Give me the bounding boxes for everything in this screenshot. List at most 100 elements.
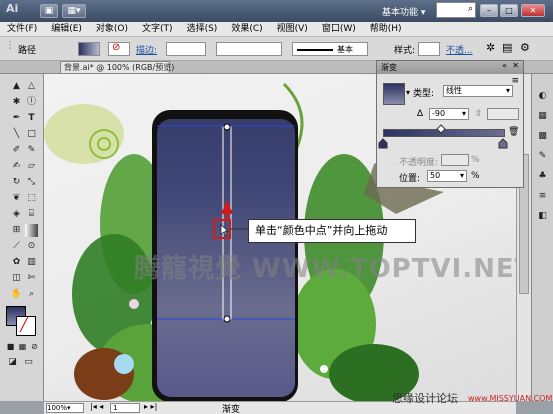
- pen-tool-icon[interactable]: ✒: [10, 112, 23, 125]
- stroke-link[interactable]: 描边:: [136, 43, 157, 56]
- hand-tool-icon[interactable]: ✋: [10, 288, 23, 301]
- rotate-tool-icon[interactable]: ↻: [10, 176, 23, 189]
- maximize-button[interactable]: □: [500, 4, 518, 17]
- draw-mode-icon[interactable]: ◪: [6, 356, 19, 369]
- menu-select[interactable]: 选择(S): [180, 22, 225, 36]
- search-field[interactable]: ⌕: [436, 2, 476, 18]
- lasso-tool-icon[interactable]: ⓛ: [25, 96, 38, 109]
- next-page-icon[interactable]: ▸ ▸|: [144, 402, 157, 411]
- document-tab-title: 背景.ai* @ 100% (RGB/预览): [64, 63, 175, 72]
- close-button[interactable]: ✕: [521, 4, 545, 17]
- arrange-documents-button[interactable]: ▦▾: [62, 4, 86, 18]
- watermark-text: 腾龍視覺 WWW.TOPTVI.NET: [134, 254, 516, 284]
- location-value: 50: [430, 171, 441, 180]
- symbol-sprayer-tool-icon[interactable]: ✿: [10, 256, 23, 269]
- gradient-stop-start[interactable]: [378, 138, 388, 149]
- blend-tool-icon[interactable]: ⊙: [25, 240, 38, 253]
- gradient-tool-icon[interactable]: [25, 224, 38, 237]
- angle-field[interactable]: -90 ▾: [429, 108, 469, 120]
- free-transform-tool-icon[interactable]: ⬚: [25, 192, 38, 205]
- opacity-link[interactable]: 不透...: [446, 43, 473, 56]
- column-graph-tool-icon[interactable]: ▥: [25, 256, 38, 269]
- menu-edit[interactable]: 编辑(E): [44, 22, 89, 36]
- swatches-icon[interactable]: ▩: [536, 130, 549, 143]
- location-label: 位置:: [399, 174, 421, 184]
- color-guide-icon[interactable]: ▦: [536, 110, 549, 123]
- location-field[interactable]: 50 ▾: [427, 170, 467, 182]
- paintbrush-tool-icon[interactable]: ✐: [10, 144, 23, 157]
- menu-type[interactable]: 文字(T): [135, 22, 180, 36]
- rectangle-tool-icon[interactable]: □: [25, 128, 38, 141]
- scale-tool-icon[interactable]: ⤡: [25, 176, 38, 189]
- magic-wand-tool-icon[interactable]: ✱: [10, 96, 23, 109]
- gradient-type-select[interactable]: 线性 ▾: [443, 85, 513, 97]
- brushes-icon[interactable]: ✎: [536, 150, 549, 163]
- workspace-switcher[interactable]: 基本功能 ▾: [382, 5, 425, 18]
- symbols-icon[interactable]: ♣: [536, 170, 549, 183]
- gradient-panel-header[interactable]: 渐变: [377, 61, 523, 74]
- type-tool-icon[interactable]: T: [25, 112, 38, 125]
- panel-menu-icon[interactable]: ⚙: [520, 41, 530, 54]
- site-url: www.MISSYUAN.COM: [468, 394, 553, 403]
- type-label: 类型:: [413, 89, 435, 99]
- selection-type-label: 路径: [18, 46, 37, 56]
- gradient-stop-end[interactable]: [498, 138, 508, 149]
- color-panel-icon[interactable]: ◐: [536, 90, 549, 103]
- stroke-panel-icon[interactable]: ≡: [536, 190, 549, 203]
- gradient-end-point[interactable]: [223, 315, 231, 323]
- menu-bar: 文件(F) 编辑(E) 对象(O) 文字(T) 选择(S) 效果(C) 视图(V…: [0, 22, 553, 37]
- warp-tool-icon[interactable]: ❦: [10, 192, 23, 205]
- mesh-tool-icon[interactable]: ⊞: [10, 224, 23, 237]
- stroke-weight-field[interactable]: [166, 42, 206, 56]
- menu-file[interactable]: 文件(F): [0, 22, 44, 36]
- menu-effect[interactable]: 效果(C): [224, 22, 269, 36]
- shape-builder-tool-icon[interactable]: ◈: [10, 208, 23, 221]
- blob-brush-tool-icon[interactable]: ✍: [10, 160, 23, 173]
- none-mode-icon[interactable]: ⊘: [28, 340, 41, 353]
- document-setup-icon[interactable]: ▤: [502, 41, 512, 54]
- grip-handle[interactable]: ⋮: [5, 40, 15, 51]
- control-bar: ⋮ 路径 ⊘ 描边: 基本 样式: 不透... ✲ ▤ ⚙: [0, 37, 553, 61]
- brush-dropdown[interactable]: 基本: [292, 42, 368, 56]
- color-midpoint-diamond[interactable]: [436, 124, 446, 134]
- panel-collapse-icon[interactable]: «: [502, 61, 507, 70]
- graphic-style-dropdown[interactable]: [418, 42, 440, 56]
- screen-mode-icon[interactable]: ▭: [22, 356, 35, 369]
- fill-swatch[interactable]: [78, 42, 100, 56]
- menu-window[interactable]: 窗口(W): [315, 22, 363, 36]
- slice-tool-icon[interactable]: ✄: [25, 272, 38, 285]
- gradient-thumbnail[interactable]: [383, 83, 405, 105]
- minimize-button[interactable]: –: [480, 4, 498, 17]
- eraser-tool-icon[interactable]: ▱: [25, 160, 38, 173]
- selection-tool-icon[interactable]: ▲: [10, 80, 23, 93]
- stroke-swatch[interactable]: ⊘: [108, 42, 130, 56]
- eyedropper-tool-icon[interactable]: ⟋: [10, 240, 23, 253]
- angle-value: -90: [432, 109, 446, 118]
- menu-view[interactable]: 视图(V): [270, 22, 315, 36]
- layers-icon[interactable]: ◧: [536, 210, 549, 223]
- first-page-icon[interactable]: |◂ ◂: [90, 402, 103, 411]
- gradient-origin-point[interactable]: [223, 123, 231, 131]
- zoom-field[interactable]: 100%▾: [46, 403, 84, 413]
- bridge-button[interactable]: ▣: [40, 4, 58, 18]
- pencil-tool-icon[interactable]: ✎: [25, 144, 38, 157]
- site-name: 思缘设计论坛: [392, 392, 458, 405]
- artboard-tool-icon[interactable]: ◫: [10, 272, 23, 285]
- stroke-color-box[interactable]: ╱: [16, 316, 36, 336]
- recolor-icon[interactable]: ✲: [486, 41, 495, 54]
- opacity-percent: %: [471, 155, 480, 165]
- variable-width-dropdown[interactable]: [216, 42, 282, 56]
- panel-close-icon[interactable]: ✕: [512, 61, 519, 70]
- menu-object[interactable]: 对象(O): [89, 22, 135, 36]
- page-field[interactable]: 1: [110, 403, 140, 413]
- thumbnail-dropdown-icon[interactable]: ▾: [406, 88, 410, 97]
- zoom-tool-icon[interactable]: ⌕: [25, 288, 38, 301]
- illustrator-window: Ai ▣ ▦▾ 基本功能 ▾ ⌕ – □ ✕ 文件(F) 编辑(E) 对象(O)…: [0, 0, 553, 414]
- angle-icon: ∆: [417, 109, 424, 119]
- app-logo: Ai: [6, 2, 19, 15]
- direct-selection-tool-icon[interactable]: △: [25, 80, 38, 93]
- no-stroke-icon: ╱: [20, 318, 28, 333]
- perspective-grid-tool-icon[interactable]: ⌸: [25, 208, 38, 221]
- line-tool-icon[interactable]: ╲: [10, 128, 23, 141]
- menu-help[interactable]: 帮助(H): [363, 22, 409, 36]
